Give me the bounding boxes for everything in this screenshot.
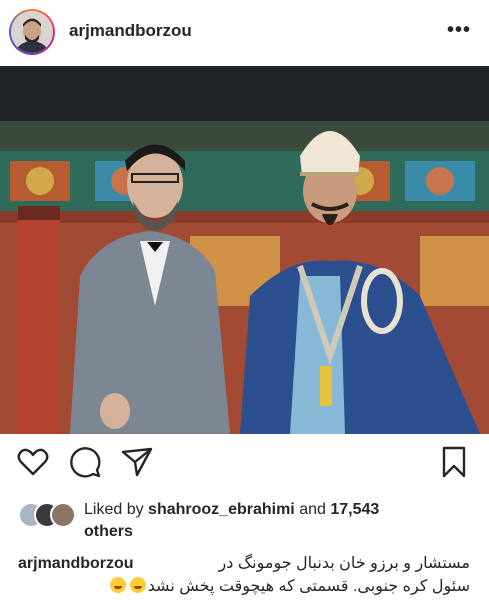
avatar-photo xyxy=(11,11,53,53)
send-icon[interactable] xyxy=(120,445,154,479)
liker-username[interactable]: shahrooz_ebrahimi xyxy=(148,501,295,518)
post-photo[interactable] xyxy=(0,66,489,434)
likes-text: Liked by shahrooz_ebrahimi and 17,543 ot… xyxy=(84,499,474,543)
laughing-emoji-icon xyxy=(109,577,126,593)
bookmark-icon[interactable] xyxy=(437,445,471,479)
post-header: arjmandborzou ••• xyxy=(0,0,489,64)
likes-prefix: Liked by xyxy=(84,501,149,518)
action-bar xyxy=(0,445,489,485)
likes-count[interactable]: 17,543 xyxy=(330,501,379,518)
photo-illustration xyxy=(0,66,489,434)
more-options-icon[interactable]: ••• xyxy=(447,20,471,40)
post-caption: مستشار و برزو خان بدنبال جومونگ در arjma… xyxy=(18,552,470,598)
likes-summary[interactable]: Liked by shahrooz_ebrahimi and 17,543 ot… xyxy=(18,497,478,541)
laughing-emoji-icon xyxy=(129,577,146,593)
comment-icon[interactable] xyxy=(68,445,102,479)
avatar[interactable] xyxy=(11,11,53,53)
profile-avatar-ring[interactable] xyxy=(9,9,55,55)
caption-line-1: مستشار و برزو خان بدنبال جومونگ در arjma… xyxy=(18,552,470,575)
likes-middle: and xyxy=(294,501,331,518)
liker-avatar-3 xyxy=(50,502,76,528)
caption-username[interactable]: arjmandborzou xyxy=(18,552,134,575)
heart-icon[interactable] xyxy=(16,445,50,479)
caption-text-1: مستشار و برزو خان بدنبال جومونگ در xyxy=(218,555,470,572)
likes-others[interactable]: others xyxy=(84,523,133,540)
caption-text-2: سئول کره جنوبی. قسمتی که هیچوقت پخش نشد xyxy=(147,578,470,595)
header-username[interactable]: arjmandborzou xyxy=(69,21,192,41)
caption-line-2: سئول کره جنوبی. قسمتی که هیچوقت پخش نشد xyxy=(18,575,470,598)
